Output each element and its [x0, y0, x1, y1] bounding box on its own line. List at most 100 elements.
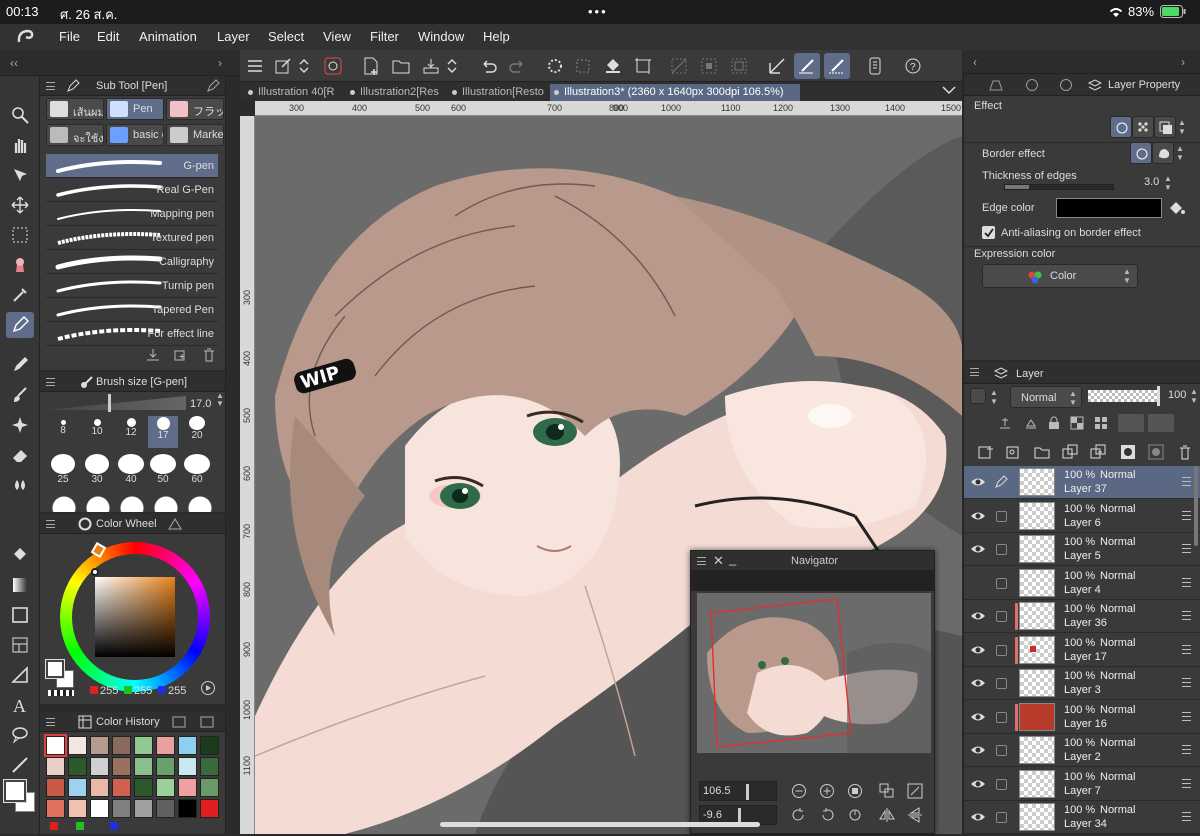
figure-tool-icon[interactable]: [6, 602, 34, 628]
brush-item-effect-line[interactable]: For effect line: [46, 322, 218, 346]
tab-illustration3[interactable]: Illustration3* (2360 x 1640px 300dpi 106…: [550, 84, 800, 101]
layer-row[interactable]: 100 % Normal Layer 17: [964, 634, 1200, 667]
color-history-swatch[interactable]: [68, 757, 87, 776]
layer-row-menu-icon[interactable]: [1182, 577, 1191, 587]
thickness-stepper[interactable]: ▲ ▼: [1164, 174, 1172, 192]
brush-preset-30[interactable]: 30: [82, 454, 112, 485]
flip-horizontal-icon[interactable]: [879, 807, 895, 823]
save-icon[interactable]: [418, 53, 444, 79]
auto-select-tool-icon[interactable]: [6, 252, 34, 278]
layer-row[interactable]: 100 % Normal Layer 6: [964, 500, 1200, 533]
brush-preset-60[interactable]: 60: [182, 454, 212, 485]
color-history-swatch[interactable]: [200, 736, 219, 755]
new-folder-icon[interactable]: [1034, 444, 1050, 460]
color-wheel-swatches[interactable]: [45, 659, 76, 690]
navigator-preview[interactable]: [697, 593, 931, 753]
blend-tool-icon[interactable]: [6, 472, 34, 498]
tabs-dropdown-icon[interactable]: [942, 85, 956, 95]
decoration-tool-icon[interactable]: [6, 412, 34, 438]
layer-row-menu-icon[interactable]: [1182, 711, 1191, 721]
saturation-value-square[interactable]: [95, 577, 175, 657]
layer-row-menu-icon[interactable]: [1182, 544, 1191, 553]
color-history-tab2-icon[interactable]: [200, 716, 214, 728]
color-history-swatch[interactable]: [112, 757, 131, 776]
fill-tool-icon[interactable]: [6, 542, 34, 568]
ruler-snap-icon[interactable]: [764, 53, 790, 79]
tab-illustration-40[interactable]: Illustration 40[R: [244, 84, 344, 101]
brush-size-slider[interactable]: [46, 396, 186, 410]
layer-row[interactable]: 100 % Normal Layer 7: [964, 768, 1200, 801]
color-history-swatch[interactable]: [178, 799, 197, 818]
color-history-swatch[interactable]: [200, 757, 219, 776]
snap-grid-icon[interactable]: [824, 53, 850, 79]
edge-color-picker-icon[interactable]: [1168, 200, 1186, 216]
eraser-tool-icon[interactable]: [6, 442, 34, 468]
color-history-swatch[interactable]: [90, 778, 109, 797]
brush-size-slider-thumb[interactable]: [108, 394, 111, 412]
subtool-group-pen[interactable]: Pen: [106, 98, 164, 120]
subtool-group-basic[interactable]: basic c: [106, 124, 164, 146]
color-picker-handle[interactable]: [91, 568, 99, 576]
brush-preset-12[interactable]: 12: [116, 416, 146, 438]
border-stepper[interactable]: ▲ ▼: [1176, 144, 1184, 162]
layer-list-scrollbar[interactable]: [1194, 466, 1198, 546]
color-history-swatch[interactable]: [200, 799, 219, 818]
color-history-swatch[interactable]: [68, 736, 87, 755]
multitask-dots[interactable]: •••: [588, 4, 608, 19]
layer-property-tab-icon[interactable]: [1088, 78, 1102, 92]
subtool-group-marker[interactable]: Marke: [166, 124, 224, 146]
eye-visibility-icon[interactable]: [970, 810, 986, 824]
zoom-in-icon[interactable]: [819, 783, 835, 799]
selection-tool-icon[interactable]: [6, 222, 34, 248]
color-history-swatch[interactable]: [68, 799, 87, 818]
eye-visibility-icon[interactable]: [970, 710, 986, 724]
layer-row[interactable]: 100 % Normal Layer 5: [964, 533, 1200, 566]
brush-preset-50[interactable]: 50: [148, 454, 178, 485]
eye-visibility-icon[interactable]: [970, 475, 986, 489]
lock-layer-icon[interactable]: [1048, 416, 1060, 430]
transfer-down-icon[interactable]: [1062, 444, 1078, 460]
brush-item-real-g-pen[interactable]: Real G-Pen: [46, 178, 218, 202]
eye-visibility-icon[interactable]: [970, 777, 986, 791]
zoom-field[interactable]: 106.5: [699, 781, 777, 801]
selection-border-icon[interactable]: [726, 53, 752, 79]
layer-row-menu-icon[interactable]: [1182, 644, 1191, 654]
panel-menu-icon[interactable]: [970, 368, 979, 376]
new-raster-layer-icon[interactable]: [978, 444, 994, 460]
brush-item-tapered-pen[interactable]: Tapered Pen: [46, 298, 218, 322]
trash-icon[interactable]: [202, 348, 216, 362]
updown-arrows-icon[interactable]: [296, 53, 312, 79]
deselect-icon[interactable]: [666, 53, 692, 79]
color-history-swatch[interactable]: [112, 736, 131, 755]
main-color-indicator[interactable]: [3, 778, 37, 820]
new-vector-layer-icon[interactable]: [1006, 444, 1022, 460]
color-history-swatch[interactable]: [156, 736, 175, 755]
panel-menu-icon[interactable]: [697, 557, 706, 565]
undo-icon[interactable]: [476, 53, 502, 79]
help-bubble-icon[interactable]: ?: [900, 53, 926, 79]
eye-visibility-icon[interactable]: [970, 743, 986, 757]
pen-tool-icon[interactable]: [6, 312, 34, 338]
layer-select-checkbox[interactable]: [996, 577, 1007, 589]
border-effect-button[interactable]: [1110, 116, 1132, 138]
layer-color-button[interactable]: [1154, 116, 1176, 138]
expression-color-select[interactable]: Color ▲ ▼: [982, 264, 1138, 288]
subtool-group-flat[interactable]: フラッ: [166, 98, 224, 120]
color-history-swatch[interactable]: [134, 799, 153, 818]
balloon-tool-icon[interactable]: [6, 722, 34, 748]
collapse-right-icon[interactable]: ‹: [973, 55, 977, 69]
fit-screen-icon[interactable]: [847, 783, 863, 799]
color-history-swatch[interactable]: [68, 778, 87, 797]
color-history-swatch[interactable]: [112, 799, 131, 818]
layer-select-checkbox[interactable]: [996, 745, 1007, 756]
collapse-left-icon[interactable]: ‹‹: [10, 56, 18, 70]
clip-below-icon[interactable]: [1118, 414, 1144, 432]
menu-window[interactable]: Window: [418, 29, 464, 44]
brush-preset-20[interactable]: 20: [182, 416, 212, 441]
layer-row-menu-icon[interactable]: [1182, 812, 1191, 821]
pencil-tool-icon[interactable]: [6, 352, 34, 378]
color-history-swatch[interactable]: [134, 778, 153, 797]
tool-property-tab-icon[interactable]: [988, 78, 1004, 92]
brush-size-stepper[interactable]: ▲ ▼: [216, 392, 224, 408]
layer-type-stepper[interactable]: ▲ ▼: [990, 388, 998, 406]
